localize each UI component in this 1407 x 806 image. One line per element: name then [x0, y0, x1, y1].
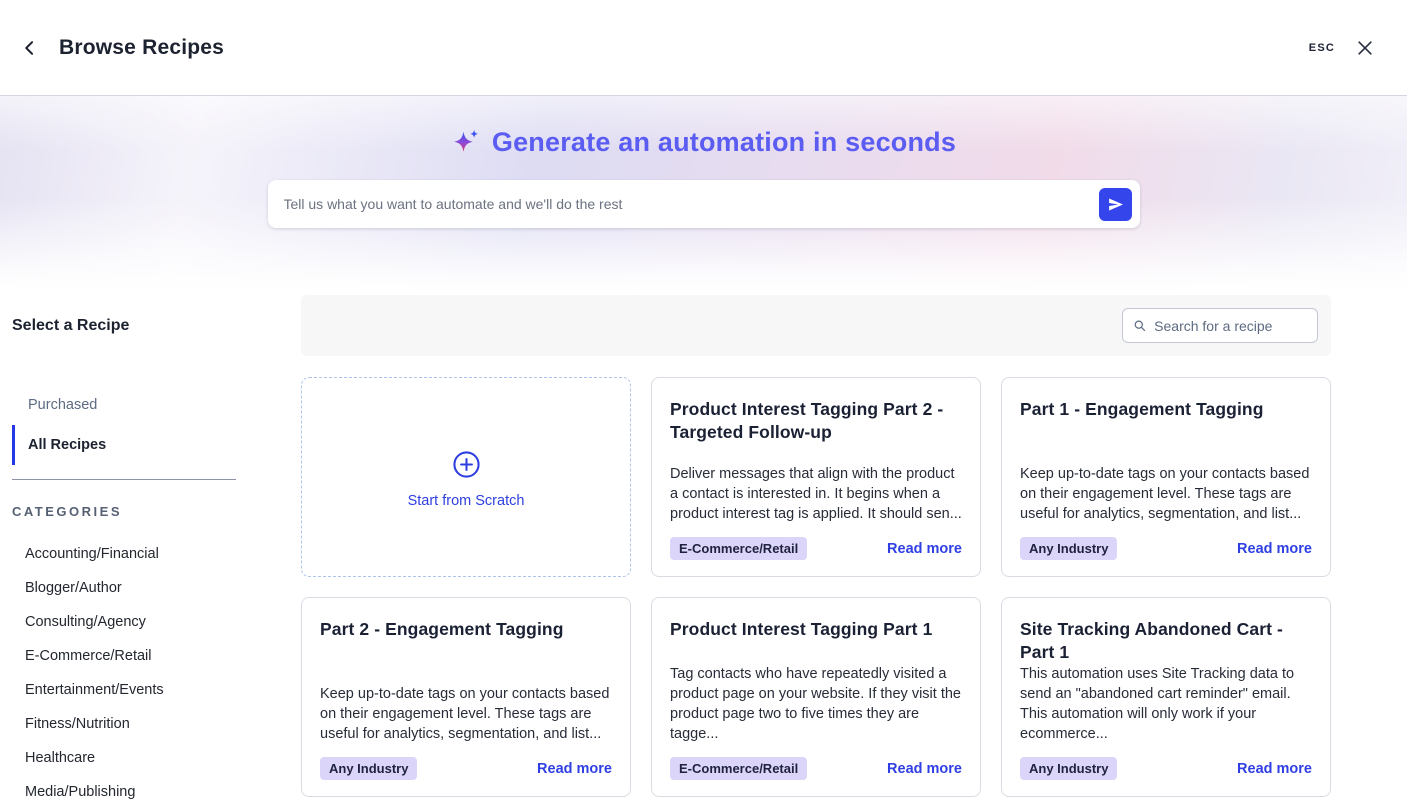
recipe-search-input[interactable] — [1154, 318, 1307, 334]
industry-tag-chip: E-Commerce/Retail — [670, 537, 807, 560]
recipe-card[interactable]: Product Interest Tagging Part 1 Tag cont… — [651, 597, 981, 797]
recipe-card-footer: E-Commerce/Retail Read more — [670, 757, 962, 780]
recipe-grid: Start from Scratch Product Interest Tagg… — [301, 377, 1331, 797]
recipe-card-description: Tag contacts who have repeatedly visited… — [670, 664, 962, 744]
industry-tag-chip: Any Industry — [1020, 537, 1117, 560]
modal-header: Browse Recipes ESC — [0, 0, 1407, 96]
recipe-card-title: Product Interest Tagging Part 2 - Target… — [670, 398, 962, 444]
sidebar-nav-item[interactable]: All Recipes — [12, 425, 301, 465]
automation-prompt-box — [268, 180, 1140, 228]
recipe-card-title: Part 1 - Engagement Tagging — [1020, 398, 1312, 421]
read-more-link[interactable]: Read more — [1237, 541, 1312, 557]
recipe-card-footer: Any Industry Read more — [1020, 757, 1312, 780]
close-button[interactable] — [1351, 34, 1379, 62]
recipe-card-description: This automation uses Site Tracking data … — [1020, 664, 1312, 744]
header-right: ESC — [1309, 34, 1379, 62]
sidebar-category-item[interactable]: Consulting/Agency — [12, 605, 301, 639]
recipe-card[interactable]: Part 1 - Engagement Tagging Keep up-to-d… — [1001, 377, 1331, 577]
sidebar-category-item[interactable]: Entertainment/Events — [12, 673, 301, 707]
read-more-link[interactable]: Read more — [887, 541, 962, 557]
ai-generate-banner: Generate an automation in seconds — [0, 96, 1407, 292]
close-icon — [1355, 38, 1375, 58]
automation-prompt-input[interactable] — [284, 196, 1099, 212]
categories-list: Accounting/FinancialBlogger/AuthorConsul… — [12, 537, 301, 806]
banner-title: Generate an automation in seconds — [492, 127, 956, 158]
recipe-card-spacer — [670, 444, 962, 464]
recipe-card-title: Part 2 - Engagement Tagging — [320, 618, 612, 641]
sidebar: Select a Recipe PurchasedAll Recipes CAT… — [12, 292, 301, 806]
start-from-scratch-label: Start from Scratch — [408, 493, 525, 509]
send-button[interactable] — [1099, 188, 1132, 221]
recipe-card-footer: Any Industry Read more — [320, 757, 612, 780]
recipe-card-title: Product Interest Tagging Part 1 — [670, 618, 962, 641]
recipe-card[interactable]: Part 2 - Engagement Tagging Keep up-to-d… — [301, 597, 631, 797]
recipe-card-title: Site Tracking Abandoned Cart - Part 1 — [1020, 618, 1312, 664]
plus-circle-icon — [452, 450, 481, 479]
recipe-card-description: Keep up-to-date tags on your contacts ba… — [1020, 464, 1312, 524]
banner-title-row: Generate an automation in seconds — [451, 127, 956, 158]
read-more-link[interactable]: Read more — [537, 761, 612, 777]
recipe-card-spacer — [670, 641, 962, 664]
esc-label: ESC — [1309, 42, 1335, 54]
sidebar-nav: PurchasedAll Recipes — [12, 385, 301, 465]
read-more-link[interactable]: Read more — [1237, 761, 1312, 777]
categories-heading: CATEGORIES — [12, 504, 301, 519]
recipe-card-description: Keep up-to-date tags on your contacts ba… — [320, 684, 612, 744]
recipe-card-footer: Any Industry Read more — [1020, 537, 1312, 560]
back-button[interactable] — [15, 33, 45, 63]
sidebar-category-item[interactable]: E-Commerce/Retail — [12, 639, 301, 673]
content-area: Select a Recipe PurchasedAll Recipes CAT… — [0, 292, 1407, 806]
industry-tag-chip: Any Industry — [320, 757, 417, 780]
sidebar-divider — [12, 479, 236, 480]
recipe-card[interactable]: Product Interest Tagging Part 2 - Target… — [651, 377, 981, 577]
main-panel: Start from Scratch Product Interest Tagg… — [301, 292, 1331, 806]
start-from-scratch-card[interactable]: Start from Scratch — [301, 377, 631, 577]
recipe-card-footer: E-Commerce/Retail Read more — [670, 537, 962, 560]
sidebar-category-item[interactable]: Blogger/Author — [12, 571, 301, 605]
recipe-card[interactable]: Site Tracking Abandoned Cart - Part 1 Th… — [1001, 597, 1331, 797]
recipe-card-spacer — [1020, 421, 1312, 464]
sidebar-nav-item[interactable]: Purchased — [12, 385, 301, 425]
sidebar-category-item[interactable]: Media/Publishing — [12, 775, 301, 806]
industry-tag-chip: Any Industry — [1020, 757, 1117, 780]
recipe-card-description: Deliver messages that align with the pro… — [670, 464, 962, 524]
chevron-left-icon — [20, 38, 40, 58]
send-icon — [1107, 196, 1124, 213]
sparkle-icon — [451, 128, 481, 158]
sidebar-category-item[interactable]: Healthcare — [12, 741, 301, 775]
sidebar-heading: Select a Recipe — [12, 317, 301, 335]
recipe-search-box[interactable] — [1122, 308, 1318, 343]
search-icon — [1133, 318, 1146, 333]
read-more-link[interactable]: Read more — [887, 761, 962, 777]
recipe-card-spacer — [320, 641, 612, 684]
recipe-toolbar — [301, 295, 1331, 356]
industry-tag-chip: E-Commerce/Retail — [670, 757, 807, 780]
sidebar-category-item[interactable]: Accounting/Financial — [12, 537, 301, 571]
sidebar-category-item[interactable]: Fitness/Nutrition — [12, 707, 301, 741]
page-title: Browse Recipes — [59, 36, 224, 60]
